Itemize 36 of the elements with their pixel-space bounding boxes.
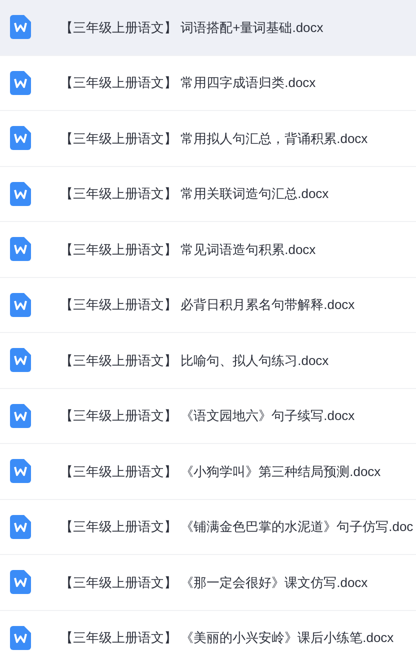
file-row[interactable]: 【三年级上册语文】 《那一定会很好》课文仿写.docx [0, 555, 416, 610]
word-document-icon [10, 404, 31, 428]
word-document-icon [10, 292, 31, 317]
file-name: 【三年级上册语文】 《那一定会很好》课文仿写.docx [60, 574, 368, 592]
word-document-icon [10, 626, 31, 650]
word-document-icon [10, 237, 31, 262]
file-name: 【三年级上册语文】 常见词语造句积累.docx [60, 240, 316, 258]
word-document-icon [10, 182, 31, 206]
file-name: 【三年级上册语文】 《小狗学叫》第三种结局预测.docx [60, 462, 381, 480]
file-row[interactable]: 【三年级上册语文】 词语搭配+量词基础.docx [0, 0, 416, 56]
file-row[interactable]: 【三年级上册语文】 《美丽的小兴安岭》课后小练笔.docx [0, 610, 416, 665]
file-name: 【三年级上册语文】 必背日积月累名句带解释.docx [60, 296, 355, 314]
file-name: 【三年级上册语文】 《铺满金色巴掌的水泥道》句子仿写.doc [60, 518, 414, 536]
file-row[interactable]: 【三年级上册语文】 必背日积月累名句带解释.docx [0, 278, 416, 333]
word-document-icon [10, 126, 31, 150]
file-name: 【三年级上册语文】 常用关联词造句汇总.docx [60, 185, 329, 203]
file-row[interactable]: 【三年级上册语文】 常用拟人句汇总，背诵积累.docx [0, 111, 416, 166]
word-document-icon [10, 15, 31, 40]
file-row[interactable]: 【三年级上册语文】 《语文园地六》句子续写.docx [0, 388, 416, 444]
file-row[interactable]: 【三年级上册语文】 常用四字成语归类.docx [0, 56, 416, 111]
word-document-icon [10, 348, 31, 372]
word-document-icon [10, 459, 31, 484]
file-row[interactable]: 【三年级上册语文】 《铺满金色巴掌的水泥道》句子仿写.doc [0, 500, 416, 555]
file-row[interactable]: 【三年级上册语文】 常见词语造句积累.docx [0, 222, 416, 278]
file-name: 【三年级上册语文】 常用拟人句汇总，背诵积累.docx [60, 130, 368, 148]
file-name: 【三年级上册语文】 常用四字成语归类.docx [60, 74, 316, 92]
file-row[interactable]: 【三年级上册语文】 常用关联词造句汇总.docx [0, 166, 416, 222]
file-row[interactable]: 【三年级上册语文】 比喻句、拟人句练习.docx [0, 333, 416, 388]
word-document-icon [10, 70, 31, 95]
file-name: 【三年级上册语文】 词语搭配+量词基础.docx [60, 18, 324, 36]
file-row[interactable]: 【三年级上册语文】 《小狗学叫》第三种结局预测.docx [0, 444, 416, 500]
file-name: 【三年级上册语文】 《美丽的小兴安岭》课后小练笔.docx [60, 629, 394, 647]
word-document-icon [10, 514, 31, 539]
word-document-icon [10, 570, 31, 594]
file-name: 【三年级上册语文】 比喻句、拟人句练习.docx [60, 352, 329, 370]
file-name: 【三年级上册语文】 《语文园地六》句子续写.docx [60, 407, 355, 425]
